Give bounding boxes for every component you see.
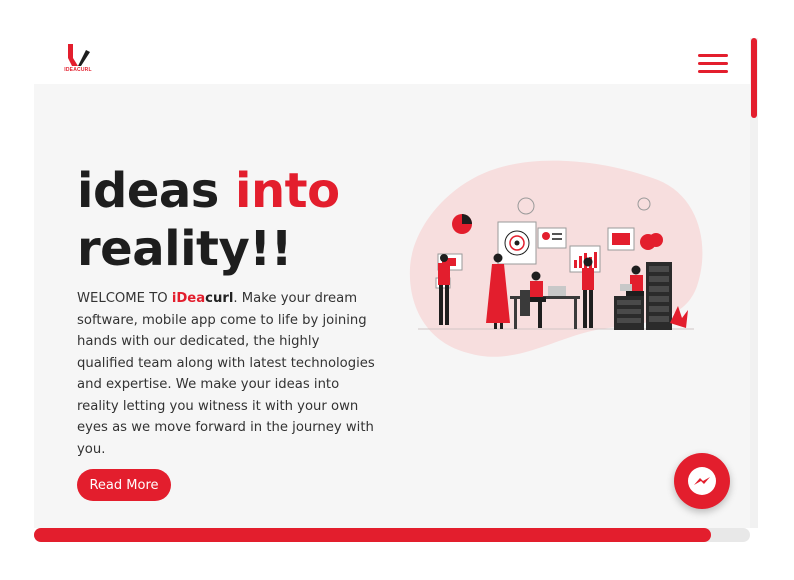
team-analytics-illustration [409,160,703,357]
intro-prefix: WELCOME TO [77,291,172,306]
messenger-chat-button[interactable] [674,453,730,509]
scroll-progress-fill [34,528,711,542]
headline-part-1: ideas [77,163,236,219]
scroll-progress-track [34,528,750,542]
headline-part-2: into [235,163,340,219]
intro-body: . Make your dream software, mobile app c… [77,291,375,457]
intro-brand-dark: curl [205,291,234,306]
headline-part-3: reality!! [77,221,293,277]
logo-text: IDEACURL [64,67,92,73]
scrollbar-thumb[interactable] [751,38,757,118]
menu-bar [698,62,728,65]
messenger-icon [688,467,716,495]
hero-headline: ideas into reality!! [77,162,407,278]
logo-mark-icon [68,44,90,66]
menu-bar [698,70,728,73]
intro-brand-red: iDea [171,291,206,306]
hero-intro-text: WELCOME TO iDeacurl. Make your dream sof… [77,288,377,460]
ideacurl-logo[interactable]: IDEACURL [60,44,96,76]
menu-bar [698,54,728,57]
read-more-button[interactable]: Read More [77,469,171,501]
site-header: IDEACURL [0,0,794,84]
hamburger-menu-icon[interactable] [698,54,728,76]
